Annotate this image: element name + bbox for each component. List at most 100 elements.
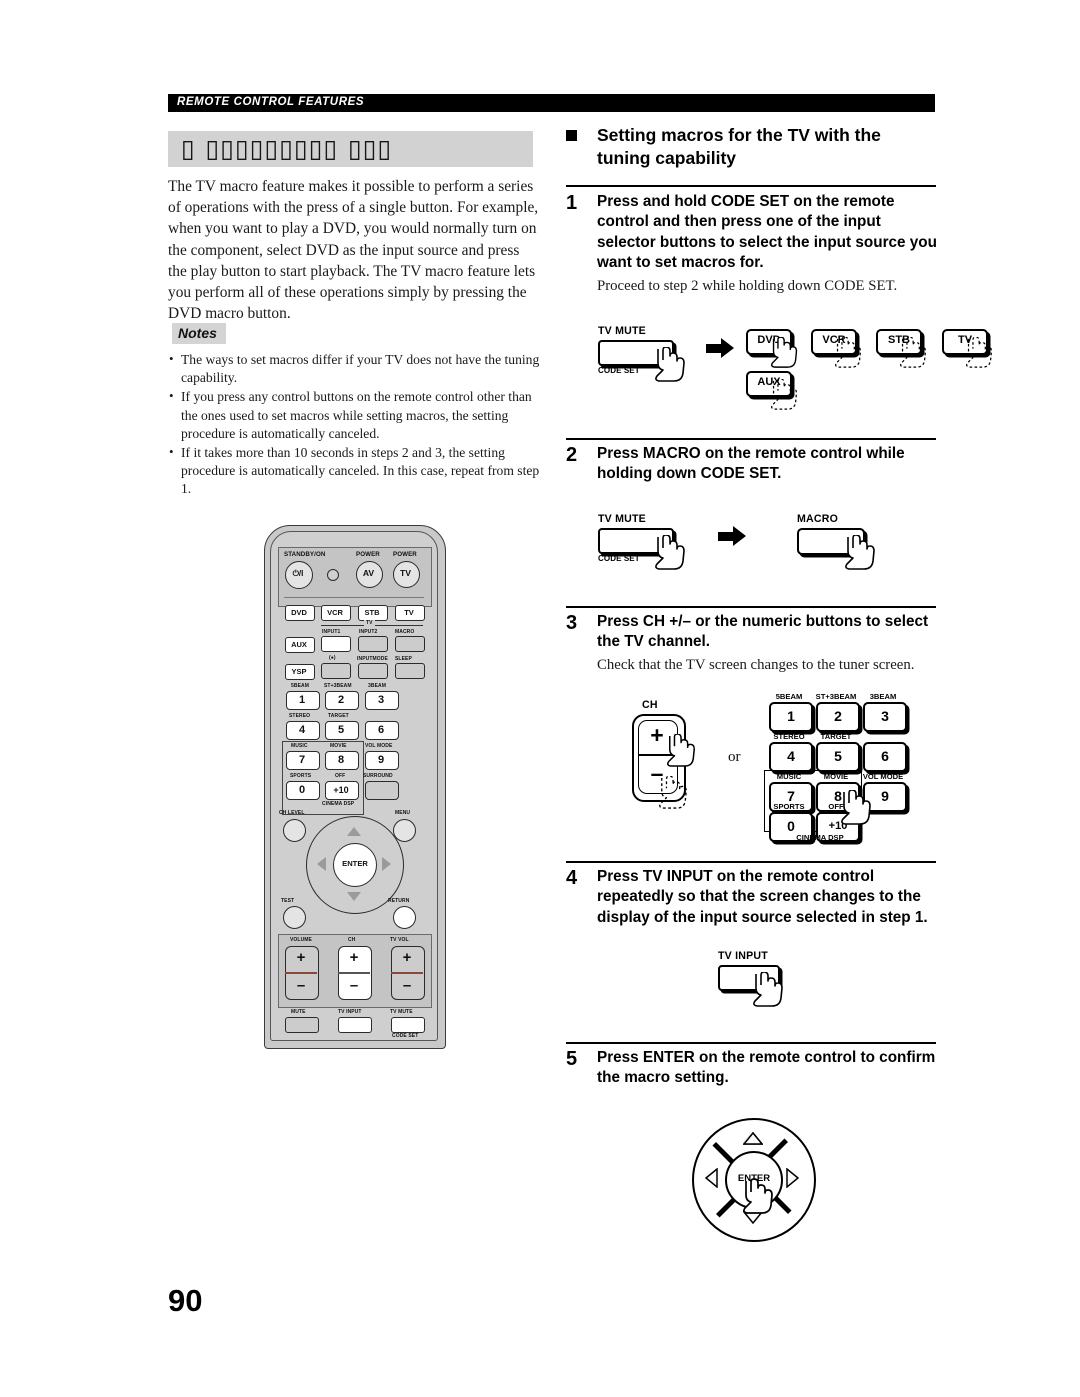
keypad-label-movie: MOVIE xyxy=(330,743,347,749)
bullet-square-icon xyxy=(566,130,577,141)
tv-mute-button[interactable] xyxy=(391,1017,425,1033)
step3-key-2[interactable]: 2 xyxy=(816,702,860,732)
intro-paragraph: The TV macro feature makes it possible t… xyxy=(168,178,539,323)
pointing-hand-outline-icon xyxy=(834,337,864,369)
step3-key-6[interactable]: 6 xyxy=(863,742,907,772)
remote-button-macro[interactable] xyxy=(395,636,425,652)
keypad-label-5beam: 5BEAM xyxy=(291,683,310,689)
page-number: 90 xyxy=(168,1283,203,1318)
step3-keypad: 5BEAM ST+3BEAM 3BEAM 1 2 3 STEREO TARGET… xyxy=(764,692,944,842)
keypad-label-stereo: STEREO xyxy=(289,713,311,719)
tv-vol-minus: – xyxy=(402,977,412,994)
pointing-hand-outline-icon xyxy=(965,337,995,369)
remote-key-0-label: 0 xyxy=(298,784,306,796)
tv-vol-label: TV VOL xyxy=(390,937,409,943)
remote-button-inputmode[interactable] xyxy=(358,663,388,679)
step3-key-4[interactable]: 4 xyxy=(769,742,813,772)
step3-key-5-label: 5 xyxy=(834,748,842,764)
section-heading: Setting macros for the TV with the tunin… xyxy=(566,124,938,169)
dpad-right-icon[interactable] xyxy=(382,857,391,871)
remote-key-5-label: 5 xyxy=(337,724,345,736)
step3-key-1[interactable]: 1 xyxy=(769,702,813,732)
step1-figure: TV MUTE CODE SET DVD VCR STB TV AUX xyxy=(566,325,993,420)
return-button[interactable] xyxy=(393,906,416,929)
keypad-label-target: TARGET xyxy=(328,713,349,719)
standby-label: STANDBY/ON xyxy=(284,551,326,558)
step1-arrow-icon xyxy=(706,338,736,359)
remote-key-4-label: 4 xyxy=(298,724,306,736)
step3-label-3beam: 3BEAM xyxy=(869,692,897,701)
cinema-dsp-label: CINEMA DSP xyxy=(322,801,355,807)
dpad-down-icon[interactable] xyxy=(347,892,361,901)
step-divider xyxy=(566,185,936,187)
step-3-instruction: Press CH +/– or the numeric buttons to s… xyxy=(597,613,929,651)
remote-button-sleep[interactable] xyxy=(395,663,425,679)
step-divider xyxy=(566,861,936,863)
step-2-instruction: Press MACRO on the remote control while … xyxy=(597,445,905,483)
ch-level-label: CH LEVEL xyxy=(279,810,305,816)
section-title-band: ▯ ▯▯▯▯▯▯▯▯▯ ▯▯▯ xyxy=(168,131,533,167)
power-tv-text: TV xyxy=(400,568,411,578)
notes-label: Notes xyxy=(172,323,226,344)
remote-button-record[interactable] xyxy=(321,663,351,679)
mute-button[interactable] xyxy=(285,1017,319,1033)
step3-cinema-dsp-label: CINEMA DSP xyxy=(796,833,844,842)
step3-label-5beam: 5BEAM xyxy=(775,692,803,701)
tv-input-button[interactable] xyxy=(338,1017,372,1033)
remote-key-6-label: 6 xyxy=(377,724,385,736)
keypad-label-off: OFF xyxy=(335,773,346,779)
remote-key-surround[interactable] xyxy=(365,781,399,800)
tv-mute-label: TV MUTE xyxy=(390,1009,413,1015)
notes-list: The ways to set macros differ if your TV… xyxy=(168,350,546,500)
step3-label-st3beam: ST+3BEAM xyxy=(815,692,857,701)
step3-label-music: MUSIC xyxy=(776,772,802,781)
keypad-label-surround: SURROUND xyxy=(363,773,393,779)
step-4: 4 Press TV INPUT on the remote control r… xyxy=(566,867,944,928)
step-4-instruction: Press TV INPUT on the remote control rep… xyxy=(597,868,928,926)
pointing-hand-outline-icon xyxy=(658,776,690,810)
menu-label: MENU xyxy=(395,810,411,816)
manual-page: REMOTE CONTROL FEATURES ▯ ▯▯▯▯▯▯▯▯▯ ▯▯▯ … xyxy=(0,0,1080,1397)
remote-button-tv-label: TV xyxy=(404,608,414,617)
sleep-label: SLEEP xyxy=(395,656,412,662)
remote-button-input2[interactable] xyxy=(358,636,388,652)
input1-label: INPUT1 xyxy=(322,629,341,635)
keypad-label-st3beam: ST+3BEAM xyxy=(324,683,352,689)
step3-key-4-label: 4 xyxy=(787,748,795,764)
keypad-label-music: MUSIC xyxy=(291,743,308,749)
step2-code-set-label: CODE SET xyxy=(598,554,640,563)
test-button[interactable] xyxy=(283,906,306,929)
keypad-label-3beam: 3BEAM xyxy=(368,683,387,689)
volume-plus: + xyxy=(296,949,306,966)
step-2: 2 Press MACRO on the remote control whil… xyxy=(566,444,938,485)
step-divider xyxy=(566,1042,936,1044)
remote-button-aux-label: AUX xyxy=(291,640,307,649)
step3-label-stereo: STEREO xyxy=(773,732,805,741)
pointing-hand-icon xyxy=(840,790,874,826)
dpad-left-icon[interactable] xyxy=(317,857,326,871)
remote-button-ysp-label: YSP xyxy=(291,667,307,676)
dpad-enter-button[interactable]: ENTER xyxy=(333,843,377,887)
inputmode-label: INPUTMODE xyxy=(357,656,388,662)
step3-key-6-label: 6 xyxy=(881,748,889,764)
dpad-up-icon[interactable] xyxy=(347,827,361,836)
remote-button-input1[interactable] xyxy=(321,636,351,652)
step-5: 5 Press ENTER on the remote control to c… xyxy=(566,1048,944,1089)
mute-label: MUTE xyxy=(291,1009,306,1015)
step3-key-5[interactable]: 5 xyxy=(816,742,860,772)
volume-label: VOLUME xyxy=(290,937,312,943)
wheel-up-icon[interactable] xyxy=(743,1132,763,1145)
pointing-hand-icon xyxy=(770,337,800,369)
ch-level-button[interactable] xyxy=(283,819,306,842)
step3-key-0-label: 0 xyxy=(787,818,795,834)
step-1-sub: Proceed to step 2 while holding down COD… xyxy=(597,277,898,294)
input2-label: INPUT2 xyxy=(359,629,378,635)
remote-key-3-label: 3 xyxy=(377,694,385,706)
step4-tv-input-label: TV INPUT xyxy=(718,950,768,962)
remote-key-8-label: 8 xyxy=(337,754,345,766)
remote-key-9-label: 9 xyxy=(377,754,385,766)
remote-button-dvd-label: DVD xyxy=(291,608,307,617)
return-label: RETURN xyxy=(388,898,410,904)
step3-key-3[interactable]: 3 xyxy=(863,702,907,732)
pointing-hand-icon xyxy=(666,734,698,768)
